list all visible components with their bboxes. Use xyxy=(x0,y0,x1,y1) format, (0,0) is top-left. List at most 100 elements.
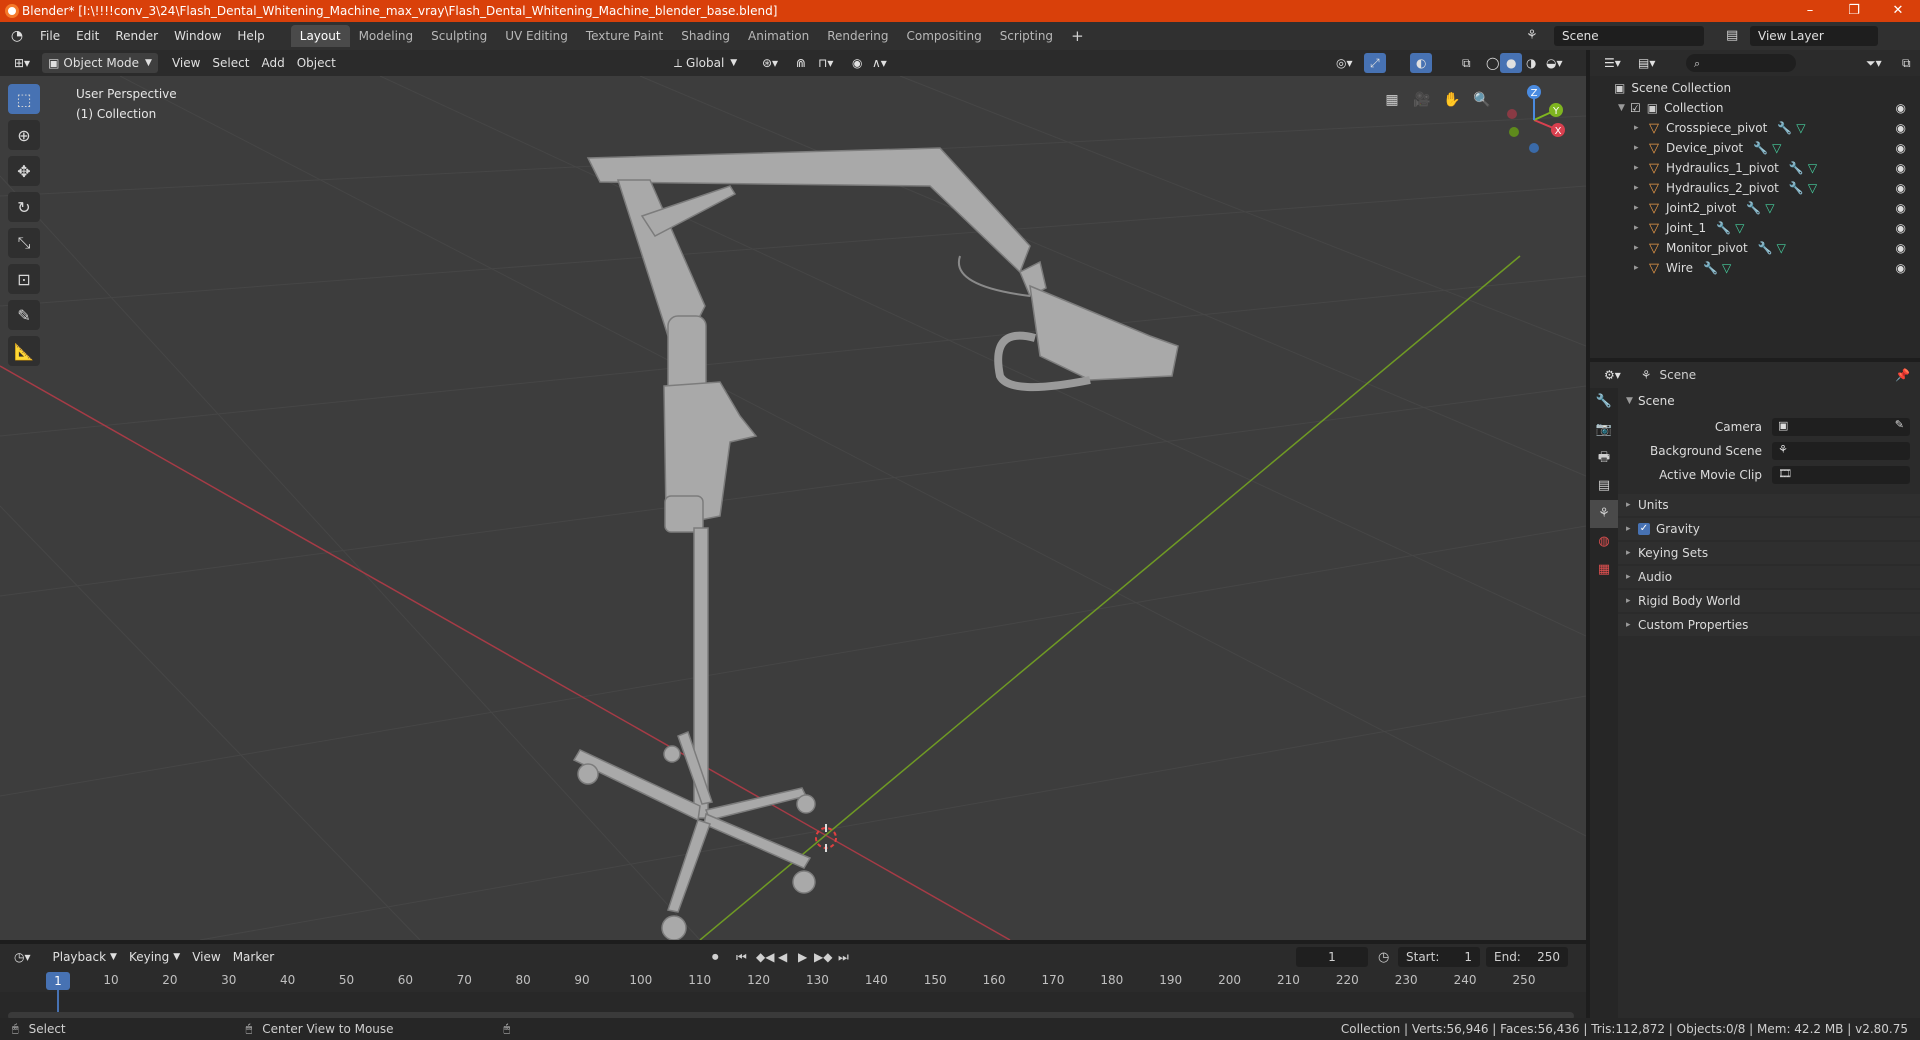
expand-arrow-icon[interactable]: ▸ xyxy=(1626,572,1638,582)
view-layer-icon[interactable]: ▤ xyxy=(1726,28,1738,43)
menu-marker[interactable]: Marker xyxy=(227,947,280,967)
measure-tool-icon[interactable]: 📐 xyxy=(8,336,40,366)
mesh-icon[interactable]: ▽ xyxy=(1722,261,1731,275)
outliner-search-input[interactable]: ⌕ xyxy=(1686,54,1796,72)
mode-selector[interactable]: ▣ Object Mode ▼ xyxy=(42,53,158,73)
outliner-collection[interactable]: ▼ ☑ ▣ Collection ◉ xyxy=(1590,98,1920,118)
checkbox-icon[interactable]: ☑ xyxy=(1630,101,1641,115)
world-tab-icon[interactable]: ◍ xyxy=(1590,528,1618,556)
expand-arrow-icon[interactable]: ▸ xyxy=(1634,123,1646,133)
eye-icon[interactable]: ◉ xyxy=(1896,141,1906,155)
outliner-object-row[interactable]: ▸ ▽ Crosspiece_pivot 🔧 ▽ ◉ xyxy=(1590,118,1920,138)
menu-help[interactable]: Help xyxy=(229,29,272,43)
audio-panel[interactable]: ▸ Audio xyxy=(1618,566,1920,588)
eye-icon[interactable]: ◉ xyxy=(1896,121,1906,135)
end-frame-field[interactable]: End: 250 xyxy=(1486,947,1568,967)
scene-panel-header[interactable]: ▼ Scene xyxy=(1618,390,1920,412)
expand-arrow-icon[interactable]: ▸ xyxy=(1626,500,1638,510)
outliner-object-row[interactable]: ▸ ▽ Joint_1 🔧 ▽ ◉ xyxy=(1590,218,1920,238)
camera-view-icon[interactable]: 🎥 xyxy=(1410,88,1434,112)
expand-arrow-icon[interactable]: ▸ xyxy=(1626,548,1638,558)
current-frame-indicator[interactable]: 1 xyxy=(46,972,70,990)
render-tab-icon[interactable]: 📷 xyxy=(1590,416,1618,444)
menu-object[interactable]: Object xyxy=(291,53,342,73)
tab-rendering[interactable]: Rendering xyxy=(818,25,897,47)
texture-tab-icon[interactable]: ▦ xyxy=(1590,556,1618,584)
expand-arrow-icon[interactable]: ▸ xyxy=(1634,163,1646,173)
modifier-icon[interactable]: 🔧 xyxy=(1789,181,1804,195)
outliner-object-row[interactable]: ▸ ▽ Joint2_pivot 🔧 ▽ ◉ xyxy=(1590,198,1920,218)
maximize-button[interactable]: ❐ xyxy=(1832,0,1876,22)
expand-arrow-icon[interactable]: ▸ xyxy=(1634,143,1646,153)
mesh-icon[interactable]: ▽ xyxy=(1735,221,1744,235)
eye-icon[interactable]: ◉ xyxy=(1896,261,1906,275)
display-mode-icon[interactable]: ▤▾ xyxy=(1632,53,1661,73)
snap-icon[interactable]: ⋒ xyxy=(790,53,812,73)
zoom-icon[interactable]: 🔍 xyxy=(1470,88,1494,112)
modifier-icon[interactable]: 🔧 xyxy=(1753,141,1768,155)
falloff-icon[interactable]: ∧▾ xyxy=(866,53,893,73)
eye-icon[interactable]: ◉ xyxy=(1896,181,1906,195)
grid-view-icon[interactable]: ▦ xyxy=(1380,88,1404,112)
scale-tool-icon[interactable]: ⤡ xyxy=(8,228,40,258)
mesh-icon[interactable]: ▽ xyxy=(1796,121,1805,135)
blender-menu-icon[interactable]: ◔ xyxy=(8,27,26,45)
menu-view[interactable]: View xyxy=(166,53,206,73)
scene-selector[interactable]: Scene xyxy=(1554,26,1704,46)
outliner-editor-icon[interactable]: ☰▾ xyxy=(1598,53,1627,73)
outliner-object-row[interactable]: ▸ ▽ Hydraulics_1_pivot 🔧 ▽ ◉ xyxy=(1590,158,1920,178)
active-movie-clip-field[interactable]: 🎞 xyxy=(1772,466,1910,484)
mesh-icon[interactable]: ▽ xyxy=(1765,201,1774,215)
outliner-object-row[interactable]: ▸ ▽ Device_pivot 🔧 ▽ ◉ xyxy=(1590,138,1920,158)
expand-arrow-icon[interactable]: ▸ xyxy=(1626,524,1638,534)
mesh-icon[interactable]: ▽ xyxy=(1808,161,1817,175)
menu-timeline-view[interactable]: View xyxy=(186,947,226,967)
mesh-icon[interactable]: ▽ xyxy=(1808,181,1817,195)
output-tab-icon[interactable]: 🖶 xyxy=(1590,444,1618,472)
menu-add[interactable]: Add xyxy=(255,53,290,73)
move-tool-icon[interactable]: ✥ xyxy=(8,156,40,186)
menu-window[interactable]: Window xyxy=(166,29,229,43)
tab-shading[interactable]: Shading xyxy=(672,25,739,47)
jump-start-icon[interactable]: ⏮ xyxy=(736,950,747,965)
eye-icon[interactable]: ◉ xyxy=(1896,201,1906,215)
menu-render[interactable]: Render xyxy=(107,29,166,43)
transform-tool-icon[interactable]: ⊡ xyxy=(8,264,40,294)
modifier-icon[interactable]: 🔧 xyxy=(1758,241,1773,255)
modifier-icon[interactable]: 🔧 xyxy=(1703,261,1718,275)
overlay-toggle-icon[interactable]: ◐ xyxy=(1410,53,1433,73)
outliner-scene-collection[interactable]: ▣ Scene Collection xyxy=(1590,78,1920,98)
tab-texture-paint[interactable]: Texture Paint xyxy=(577,25,672,47)
eye-icon[interactable]: ◉ xyxy=(1896,101,1906,115)
outliner-object-row[interactable]: ▸ ▽ Wire 🔧 ▽ ◉ xyxy=(1590,258,1920,278)
tab-compositing[interactable]: Compositing xyxy=(897,25,990,47)
pin-icon[interactable]: 📌 xyxy=(1895,368,1910,382)
rendered-shading-icon[interactable]: ◒▾ xyxy=(1540,53,1569,73)
modifier-icon[interactable]: 🔧 xyxy=(1746,201,1761,215)
custom-properties-panel[interactable]: ▸ Custom Properties xyxy=(1618,614,1920,636)
close-button[interactable]: ✕ xyxy=(1876,0,1920,22)
keying-sets-panel[interactable]: ▸ Keying Sets xyxy=(1618,542,1920,564)
menu-playback[interactable]: Playback ▼ xyxy=(47,947,123,967)
tab-uv-editing[interactable]: UV Editing xyxy=(496,25,577,47)
tab-layout[interactable]: Layout xyxy=(290,25,350,47)
gravity-panel[interactable]: ▸ ✓ Gravity xyxy=(1618,518,1920,540)
clock-icon[interactable]: ◷ xyxy=(1378,950,1389,965)
record-icon[interactable]: ⏺ xyxy=(712,950,719,965)
tool-tab-icon[interactable]: 🔧 xyxy=(1590,388,1618,416)
timeline[interactable]: 10 20 30 40 50 60 70 80 90 100 110 120 130 140 150 160 1… xyxy=(0,970,1586,1024)
filter-icon[interactable]: ⏷▾ xyxy=(1860,53,1888,73)
expand-arrow-icon[interactable]: ▸ xyxy=(1634,263,1646,273)
expand-arrow-icon[interactable]: ▸ xyxy=(1626,620,1638,630)
scene-tab-icon[interactable]: ⚘ xyxy=(1590,500,1618,528)
outliner-object-row[interactable]: ▸ ▽ Monitor_pivot 🔧 ▽ ◉ xyxy=(1590,238,1920,258)
scene-type-icon[interactable]: ⚘ xyxy=(1526,28,1538,43)
frame-ruler[interactable]: 10 20 30 40 50 60 70 80 90 100 110 120 130 140 150 160 1… xyxy=(0,970,1586,992)
mesh-icon[interactable]: ▽ xyxy=(1777,241,1786,255)
new-collection-icon[interactable]: ⧉ xyxy=(1896,53,1917,73)
menu-file[interactable]: File xyxy=(32,29,68,43)
snap-target-icon[interactable]: ⊓▾ xyxy=(812,53,839,73)
modifier-icon[interactable]: 🔧 xyxy=(1789,161,1804,175)
annotate-tool-icon[interactable]: ✎ xyxy=(8,300,40,330)
pan-hand-icon[interactable]: ✋ xyxy=(1440,88,1464,112)
